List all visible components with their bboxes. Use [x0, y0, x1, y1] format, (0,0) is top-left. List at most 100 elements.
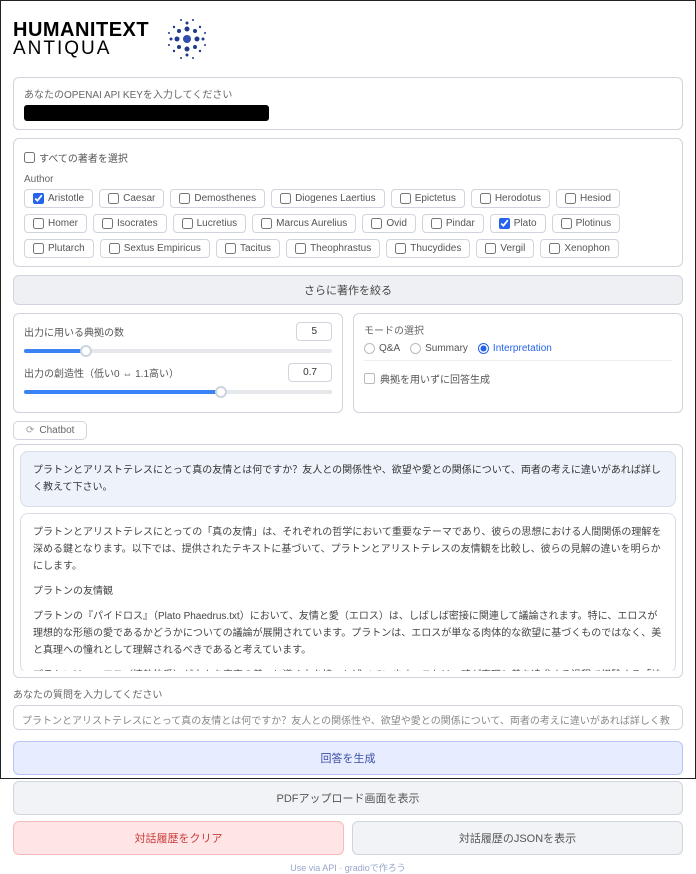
- mode-panel: モードの選択 Q&A Summary Interpretation 典拠を用いずに回…: [353, 313, 683, 413]
- author-label: Thucydides: [410, 243, 461, 254]
- author-checkbox[interactable]: [33, 218, 44, 229]
- author-sextus-empiricus[interactable]: Sextus Empiricus: [100, 239, 210, 258]
- author-checkbox[interactable]: [549, 243, 560, 254]
- author-label: Lucretius: [197, 218, 238, 229]
- mode-interpretation[interactable]: Interpretation: [478, 343, 552, 354]
- select-all-checkbox[interactable]: [24, 152, 35, 163]
- clear-history-button[interactable]: 対話履歴をクリア: [13, 821, 344, 855]
- chat-panel: プラトンとアリストテレスにとって真の友情とは何ですか？友人との関係性や、欲望や愛…: [13, 444, 683, 678]
- gradio-link[interactable]: gradioで作ろう: [345, 863, 406, 873]
- author-label: Pindar: [446, 218, 475, 229]
- author-label: Aristotle: [48, 193, 84, 204]
- question-input[interactable]: [13, 705, 683, 730]
- mode-summary[interactable]: Summary: [410, 343, 468, 354]
- temp-slider-value[interactable]: 0.7: [288, 363, 332, 382]
- author-checkbox[interactable]: [33, 243, 44, 254]
- author-checkbox[interactable]: [431, 218, 442, 229]
- assistant-paragraph: プラトンとアリストテレスにとっての「真の友情」は、それぞれの哲学において重要なテ…: [33, 524, 663, 575]
- author-lucretius[interactable]: Lucretius: [173, 214, 247, 233]
- question-input-label: あなたの質問を入力してください: [13, 686, 683, 701]
- author-thucydides[interactable]: Thucydides: [386, 239, 470, 258]
- author-label: Plutarch: [48, 243, 85, 254]
- author-checkbox[interactable]: [179, 193, 190, 204]
- author-checkbox[interactable]: [400, 193, 411, 204]
- generate-button[interactable]: 回答を生成: [13, 741, 683, 775]
- chatbot-tab[interactable]: Chatbot: [13, 421, 87, 440]
- author-aristotle[interactable]: Aristotle: [24, 189, 93, 208]
- chat-assistant-message: プラトンとアリストテレスにとっての「真の友情」は、それぞれの哲学において重要なテ…: [20, 513, 676, 671]
- author-label: Diogenes Laertius: [295, 193, 376, 204]
- author-caesar[interactable]: Caesar: [99, 189, 164, 208]
- author-checkbox[interactable]: [280, 193, 291, 204]
- author-checkbox[interactable]: [225, 243, 236, 254]
- author-label: Theophrastus: [310, 243, 371, 254]
- author-checkbox[interactable]: [395, 243, 406, 254]
- count-slider-value[interactable]: 5: [296, 322, 332, 341]
- author-homer[interactable]: Homer: [24, 214, 87, 233]
- author-marcus-aurelius[interactable]: Marcus Aurelius: [252, 214, 356, 233]
- select-all-authors[interactable]: すべての著者を選択: [24, 147, 128, 168]
- author-label: Epictetus: [415, 193, 456, 204]
- author-epictetus[interactable]: Epictetus: [391, 189, 465, 208]
- author-checkbox[interactable]: [565, 193, 576, 204]
- pdf-upload-button[interactable]: PDFアップロード画面を表示: [13, 781, 683, 815]
- author-checkbox[interactable]: [261, 218, 272, 229]
- author-label: Tacitus: [240, 243, 271, 254]
- author-checkbox[interactable]: [182, 218, 193, 229]
- logo-line2: ANTIQUA: [13, 38, 149, 60]
- author-herodotus[interactable]: Herodotus: [471, 189, 550, 208]
- api-key-box: あなたのOPENAI API KEYを入力してください: [13, 77, 683, 130]
- author-label: Marcus Aurelius: [276, 218, 347, 229]
- assistant-paragraph: プラトンは、エロス（情熱的愛）が人々を真実の美へと導く力を持つと述べています。こ…: [33, 667, 663, 671]
- author-checkbox[interactable]: [561, 218, 572, 229]
- mode-qa[interactable]: Q&A: [364, 343, 400, 354]
- author-demosthenes[interactable]: Demosthenes: [170, 189, 265, 208]
- author-plato[interactable]: Plato: [490, 214, 546, 233]
- logo-icon: [159, 11, 215, 67]
- author-group-label: Author: [24, 174, 672, 185]
- author-plutarch[interactable]: Plutarch: [24, 239, 94, 258]
- app-root: HUMANITEXT ANTIQUA あなたのOPENAI API KEY: [0, 0, 696, 779]
- mode-label: モードの選択: [364, 322, 672, 337]
- narrow-works-button[interactable]: さらに著作を絞る: [13, 275, 683, 305]
- count-slider[interactable]: [24, 349, 332, 353]
- without-refs-checkbox[interactable]: 典拠を用いずに回答生成: [364, 371, 490, 386]
- author-label: Plotinus: [576, 218, 612, 229]
- author-checkbox[interactable]: [485, 243, 496, 254]
- author-checkbox[interactable]: [33, 193, 44, 204]
- author-pindar[interactable]: Pindar: [422, 214, 484, 233]
- api-key-input[interactable]: [24, 105, 269, 121]
- author-vergil[interactable]: Vergil: [476, 239, 534, 258]
- temp-slider[interactable]: [24, 390, 332, 394]
- author-label: Plato: [514, 218, 537, 229]
- select-all-label: すべての著者を選択: [39, 150, 128, 165]
- author-checkbox[interactable]: [102, 218, 113, 229]
- author-label: Demosthenes: [194, 193, 256, 204]
- mode-radio-group: Q&A Summary Interpretation: [364, 343, 672, 354]
- author-checkbox[interactable]: [109, 243, 120, 254]
- author-tacitus[interactable]: Tacitus: [216, 239, 280, 258]
- author-box: すべての著者を選択 Author Aristotle Caesar Demosthe…: [13, 138, 683, 267]
- author-label: Herodotus: [495, 193, 541, 204]
- author-checkbox[interactable]: [371, 218, 382, 229]
- author-checkbox[interactable]: [295, 243, 306, 254]
- author-ovid[interactable]: Ovid: [362, 214, 416, 233]
- api-link[interactable]: Use via API: [290, 863, 337, 873]
- author-label: Vergil: [500, 243, 525, 254]
- author-checkbox[interactable]: [108, 193, 119, 204]
- author-label: Hesiod: [580, 193, 611, 204]
- author-theophrastus[interactable]: Theophrastus: [286, 239, 380, 258]
- history-buttons-row: 対話履歴をクリア 対話履歴のJSONを表示: [13, 821, 683, 855]
- author-label: Homer: [48, 218, 78, 229]
- show-json-button[interactable]: 対話履歴のJSONを表示: [352, 821, 683, 855]
- author-checkbox[interactable]: [499, 218, 510, 229]
- author-hesiod[interactable]: Hesiod: [556, 189, 620, 208]
- author-diogenes-laertius[interactable]: Diogenes Laertius: [271, 189, 385, 208]
- without-refs-label: 典拠を用いずに回答生成: [380, 371, 490, 386]
- author-checkbox[interactable]: [480, 193, 491, 204]
- author-isocrates[interactable]: Isocrates: [93, 214, 167, 233]
- author-xenophon[interactable]: Xenophon: [540, 239, 619, 258]
- author-plotinus[interactable]: Plotinus: [552, 214, 621, 233]
- author-label: Xenophon: [564, 243, 610, 254]
- author-label: Isocrates: [117, 218, 158, 229]
